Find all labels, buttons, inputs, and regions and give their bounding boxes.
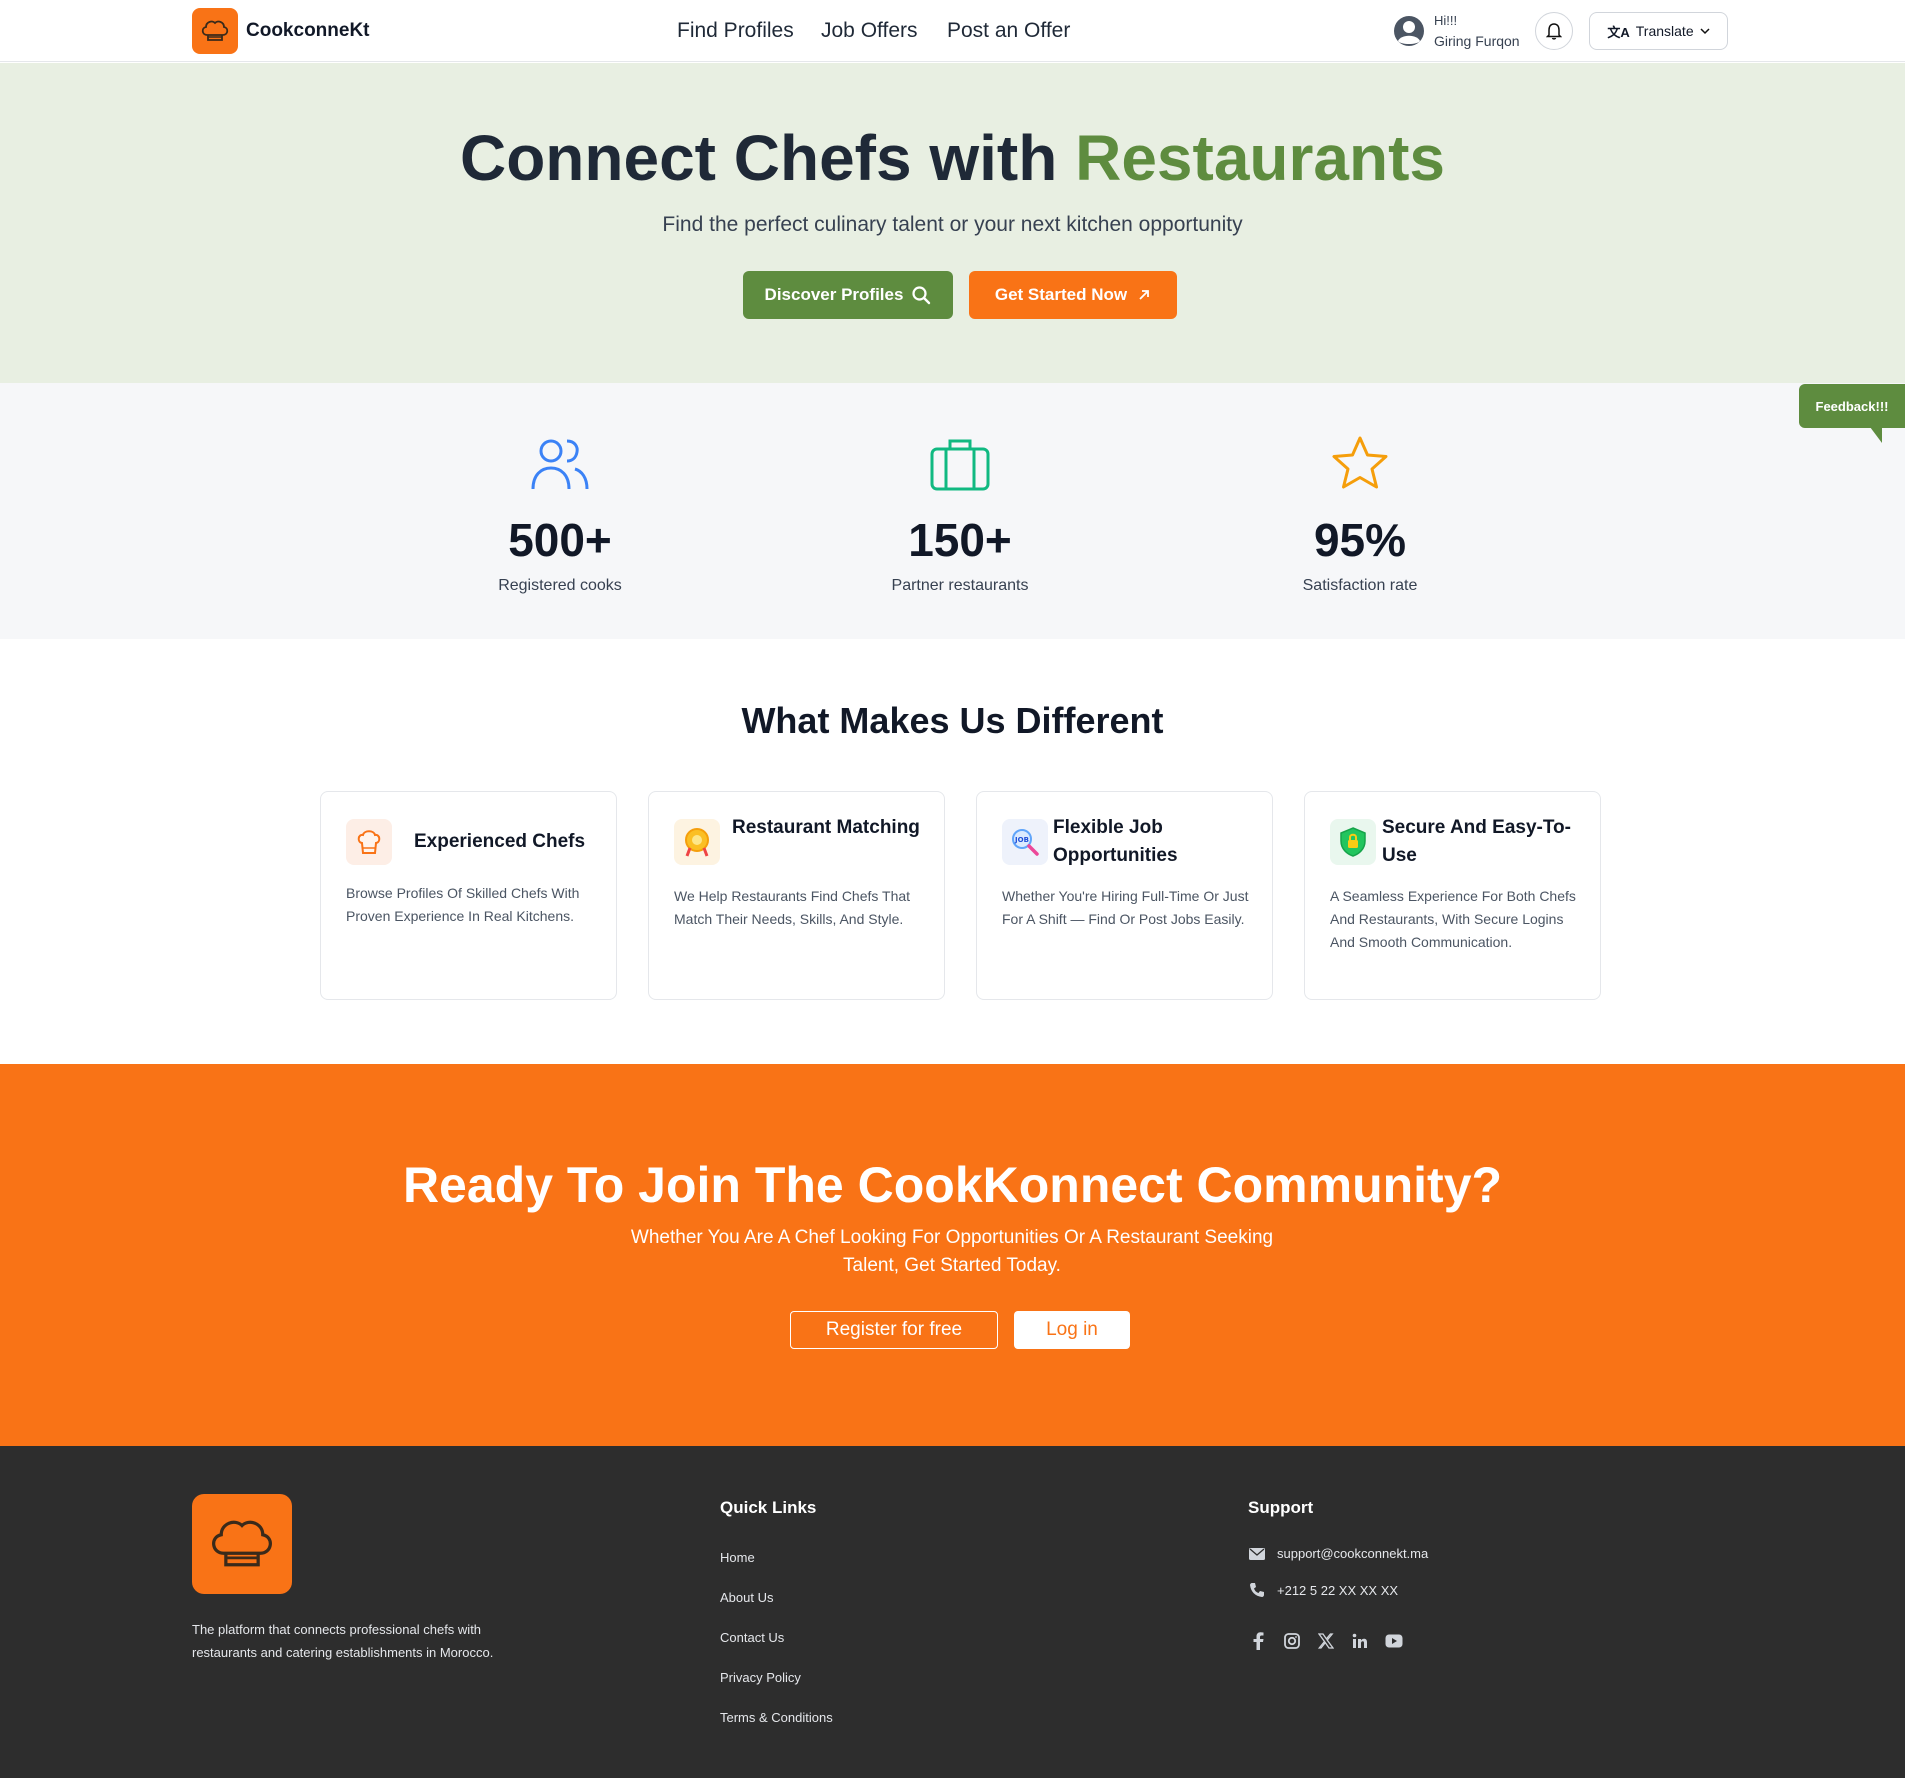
bell-icon xyxy=(1546,23,1562,40)
footer-logo[interactable] xyxy=(192,1494,292,1594)
phone-icon xyxy=(1250,1583,1264,1597)
login-button[interactable]: Log in xyxy=(1014,1311,1130,1349)
job-search-icon: JOB xyxy=(1002,819,1048,865)
cta-title: Ready To Join The CookKonnect Community? xyxy=(402,1157,1503,1213)
hero-title-main: Connect Chefs with xyxy=(459,122,1076,194)
features-title: What Makes Us Different xyxy=(741,700,1164,741)
support-phone-row[interactable]: +212 5 22 XX XX XX xyxy=(1249,1582,1398,1598)
match-badge-icon xyxy=(674,819,720,865)
user-avatar-icon[interactable] xyxy=(1393,15,1425,47)
stat-value: 150+ xyxy=(908,514,1012,566)
chevron-down-icon xyxy=(1700,28,1710,35)
card-title: Flexible Job Opportunities xyxy=(1053,817,1178,866)
get-started-label: Get Started Now xyxy=(994,285,1128,304)
quick-links-title: Quick Links xyxy=(720,1498,817,1517)
hero-title: Connect Chefs with Restaurants xyxy=(0,121,1905,195)
footer-link-about[interactable]: About Us xyxy=(720,1590,773,1605)
briefcase-icon xyxy=(830,433,1090,495)
arrow-up-right-icon xyxy=(1139,290,1150,300)
user-greeting: Hi!!! xyxy=(1434,13,1458,28)
cta-section: Ready To Join The CookKonnect Community?… xyxy=(0,1064,1905,1446)
footer-description: The platform that connects professional … xyxy=(192,1622,494,1660)
chef-hat-icon xyxy=(212,1520,272,1567)
footer-link-privacy[interactable]: Privacy Policy xyxy=(720,1670,801,1685)
card-description: We Help Restaurants Find Chefs That Matc… xyxy=(674,888,911,927)
instagram-icon[interactable] xyxy=(1283,1632,1301,1650)
footer-link-terms[interactable]: Terms & Conditions xyxy=(720,1710,833,1725)
chef-hat-icon xyxy=(346,819,392,865)
stats-section: 500+ Registered cooks 150+ Partner resta… xyxy=(0,383,1905,639)
card-title: Restaurant Matching xyxy=(732,817,920,838)
nav-job-offers[interactable]: Job Offers xyxy=(821,19,918,43)
support-title: Support xyxy=(1248,1498,1314,1517)
discover-profiles-button[interactable]: Discover Profiles xyxy=(743,271,953,319)
translate-icon: 文A xyxy=(1607,24,1630,40)
feature-card-flexible-jobs: JOB Flexible Job Opportunities Whether Y… xyxy=(976,791,1273,1000)
feature-card-secure: Secure And Easy-To-Use A Seamless Experi… xyxy=(1304,791,1601,1000)
discover-profiles-label: Discover Profiles xyxy=(764,285,904,304)
card-title: Secure And Easy-To-Use xyxy=(1382,817,1571,866)
hero-title-accent: Restaurants xyxy=(1075,122,1446,194)
support-email: support@cookconnekt.ma xyxy=(1277,1546,1429,1561)
feedback-tail xyxy=(1870,427,1882,443)
hero-subtitle: Find the perfect culinary talent or your… xyxy=(662,213,1243,236)
footer-link-home[interactable]: Home xyxy=(720,1550,755,1565)
notifications-button[interactable] xyxy=(1535,12,1573,50)
stat-label: Registered cooks xyxy=(498,577,622,594)
card-description: A Seamless Experience For Both Chefs And… xyxy=(1330,888,1576,950)
stat-partner-restaurants: 150+ Partner restaurants xyxy=(830,433,1090,595)
register-button[interactable]: Register for free xyxy=(790,1311,998,1349)
get-started-button[interactable]: Get Started Now xyxy=(969,271,1177,319)
facebook-icon[interactable] xyxy=(1249,1632,1267,1650)
star-icon xyxy=(1230,433,1490,495)
youtube-icon[interactable] xyxy=(1385,1632,1403,1650)
stat-label: Satisfaction rate xyxy=(1302,577,1418,594)
user-name: Giring Furqon xyxy=(1434,33,1520,49)
svg-text:JOB: JOB xyxy=(1014,836,1029,844)
shield-icon xyxy=(1330,819,1376,865)
feature-card-experienced-chefs: Experienced Chefs Browse Profiles Of Ski… xyxy=(320,791,617,1000)
search-icon xyxy=(912,286,931,305)
stat-satisfaction: 95% Satisfaction rate xyxy=(1230,433,1490,595)
stat-value: 95% xyxy=(1313,514,1407,566)
stat-value: 500+ xyxy=(508,514,612,566)
footer: The platform that connects professional … xyxy=(0,1446,1905,1778)
card-title: Experienced Chefs xyxy=(414,831,586,852)
feature-card-restaurant-matching: Restaurant Matching We Help Restaurants … xyxy=(648,791,945,1000)
logo[interactable] xyxy=(192,8,238,54)
footer-link-contact[interactable]: Contact Us xyxy=(720,1630,784,1645)
chef-hat-icon xyxy=(201,20,229,41)
support-email-row[interactable]: support@cookconnekt.ma xyxy=(1249,1546,1428,1561)
linkedin-icon[interactable] xyxy=(1351,1632,1369,1650)
brand-name[interactable]: CookconneKt xyxy=(246,20,370,42)
users-icon xyxy=(430,433,690,495)
card-description: Browse Profiles Of Skilled Chefs With Pr… xyxy=(346,885,580,924)
hero-section: Connect Chefs with Restaurants Find the … xyxy=(0,63,1905,383)
social-links xyxy=(1249,1632,1403,1650)
nav-find-profiles[interactable]: Find Profiles xyxy=(677,19,794,43)
stat-label: Partner restaurants xyxy=(891,577,1029,594)
cta-subtitle: Whether You Are A Chef Looking For Oppor… xyxy=(630,1227,1274,1276)
feedback-button[interactable]: Feedback!!! xyxy=(1799,384,1905,428)
mail-icon xyxy=(1249,1547,1265,1560)
top-header: CookconneKt Find Profiles Job Offers Pos… xyxy=(0,0,1905,62)
x-icon[interactable] xyxy=(1317,1632,1335,1650)
card-description: Whether You're Hiring Full-Time Or Just … xyxy=(1002,888,1249,927)
stat-registered-cooks: 500+ Registered cooks xyxy=(430,433,690,595)
support-phone: +212 5 22 XX XX XX xyxy=(1277,1582,1399,1598)
translate-dropdown[interactable]: 文A Translate xyxy=(1589,12,1728,50)
translate-label: Translate xyxy=(1635,23,1694,39)
nav-post-offer[interactable]: Post an Offer xyxy=(947,19,1070,43)
